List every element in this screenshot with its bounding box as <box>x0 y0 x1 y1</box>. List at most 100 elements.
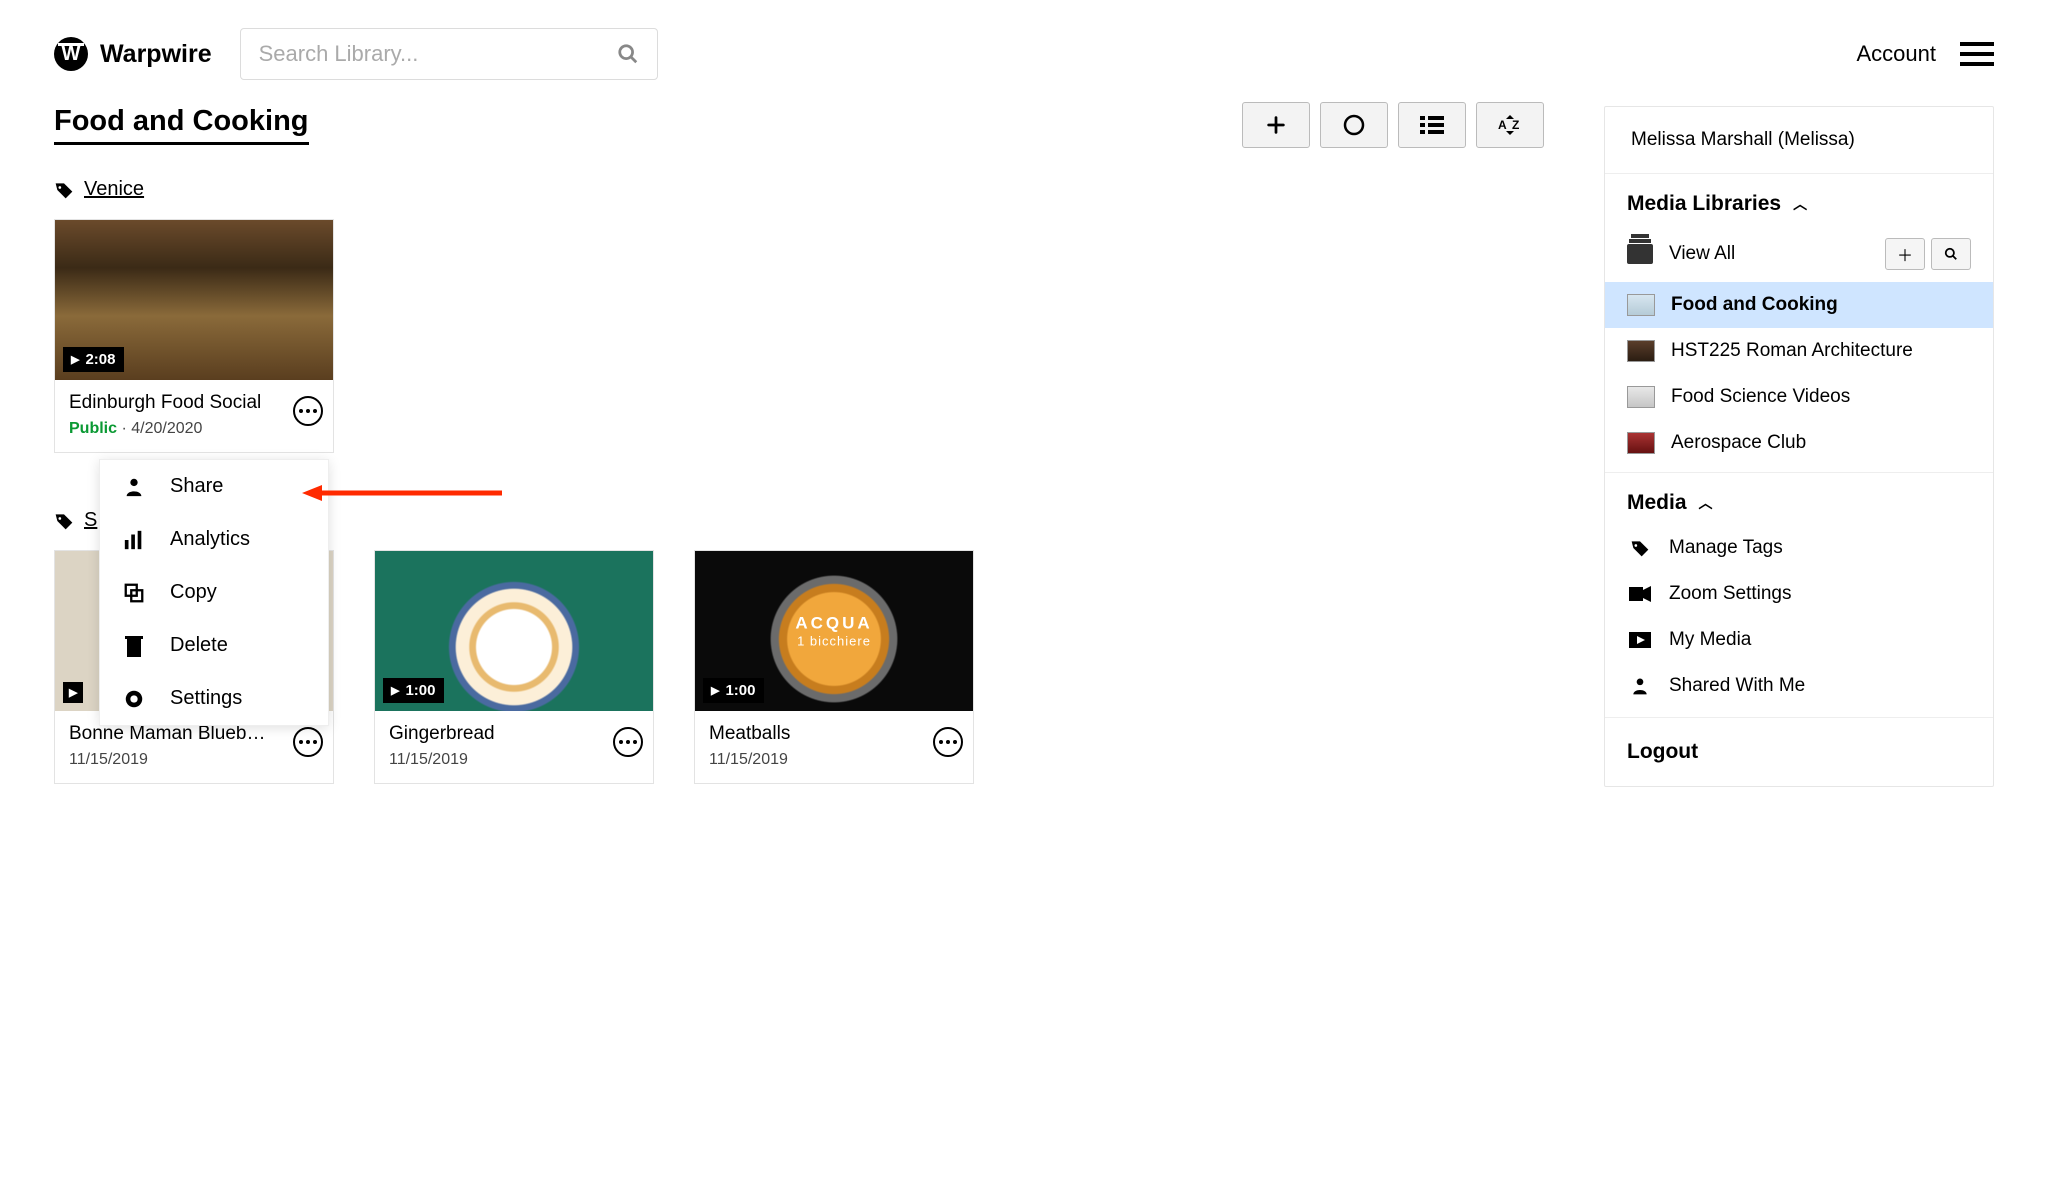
sort-button[interactable]: AZ <box>1476 102 1544 148</box>
account-link[interactable]: Account <box>1857 41 1937 67</box>
search-box <box>240 28 658 80</box>
tag-icon <box>54 511 74 531</box>
stack-icon <box>1627 244 1653 264</box>
visibility-badge: Public <box>69 420 117 437</box>
person-icon <box>1627 676 1653 696</box>
gear-icon <box>122 688 146 710</box>
duration-badge <box>63 682 83 703</box>
logo-mark-icon: W <box>54 37 88 71</box>
menu-analytics[interactable]: Analytics <box>100 513 328 566</box>
list-icon <box>1420 116 1444 134</box>
header: W Warpwire Account <box>0 0 2048 102</box>
sidebar-heading-media[interactable]: Media ︿ <box>1605 473 1993 525</box>
toolbar: AZ <box>1242 102 1544 148</box>
tag-row: Venice <box>54 178 1544 201</box>
thumbnail: 1:00 <box>375 551 653 711</box>
card-date: 11/15/2019 <box>69 751 319 769</box>
card-date: 11/15/2019 <box>709 751 959 769</box>
add-library-button[interactable]: ＋ <box>1885 238 1925 270</box>
logo[interactable]: W Warpwire <box>54 37 212 71</box>
search-library-button[interactable] <box>1931 238 1971 270</box>
card-title: Meatballs <box>709 723 919 745</box>
duration-badge: 1:00 <box>383 678 444 703</box>
sidebar-logout[interactable]: Logout <box>1605 718 1993 786</box>
card-date: 4/20/2020 <box>131 420 202 437</box>
cards-row-1: 2:08 Edinburgh Food Social Public · 4/20… <box>54 219 1544 453</box>
card-edinburgh: 2:08 Edinburgh Food Social Public · 4/20… <box>54 219 334 453</box>
card-title: Gingerbread <box>389 723 599 745</box>
annotation-arrow <box>302 481 502 505</box>
camera-icon <box>1627 586 1653 602</box>
circle-icon <box>1342 113 1366 137</box>
main: Food and Cooking AZ Venice <box>54 102 1544 784</box>
card-title: Bonne Maman Blueb… <box>69 723 279 745</box>
card-body: Edinburgh Food Social Public · 4/20/2020 <box>55 380 333 452</box>
page-title-row: Food and Cooking AZ <box>54 102 1544 148</box>
chevron-up-icon: ︿ <box>1699 493 1713 513</box>
chevron-up-icon: ︿ <box>1793 194 1807 214</box>
sidebar-my-media[interactable]: My Media <box>1605 617 1993 663</box>
media-card[interactable]: 1:00 Gingerbread 11/15/2019 <box>374 550 654 784</box>
chart-icon <box>122 529 146 551</box>
context-menu: Share Analytics Copy Delete <box>99 459 329 726</box>
svg-text:A: A <box>1498 118 1507 132</box>
brand-name: Warpwire <box>100 40 212 69</box>
sidebar-media: Media ︿ Manage Tags Zoom Settings My Med… <box>1605 473 1993 718</box>
sidebar-heading-libraries[interactable]: Media Libraries ︿ <box>1605 174 1993 226</box>
sidebar-lib-food-cooking[interactable]: Food and Cooking <box>1605 282 1993 328</box>
media-card[interactable]: 2:08 Edinburgh Food Social Public · 4/20… <box>54 219 334 453</box>
thumbnail: ACQUA 1 bicchiere 1:00 <box>695 551 973 711</box>
card-body: Meatballs 11/15/2019 <box>695 711 973 783</box>
sidebar-shared-with-me[interactable]: Shared With Me <box>1605 663 1993 717</box>
duration-badge: 1:00 <box>703 678 764 703</box>
more-button[interactable] <box>293 727 323 757</box>
thumbnail: 2:08 <box>55 220 333 380</box>
add-button[interactable] <box>1242 102 1310 148</box>
tag-icon <box>1627 538 1653 558</box>
play-icon <box>1627 632 1653 648</box>
tag-link[interactable]: Venice <box>84 178 144 201</box>
menu-copy[interactable]: Copy <box>100 566 328 619</box>
sidebar-manage-tags[interactable]: Manage Tags <box>1605 525 1993 571</box>
sidebar-libraries: Media Libraries ︿ View All ＋ Food and Co… <box>1605 174 1993 473</box>
library-thumb-icon <box>1627 340 1655 362</box>
menu-icon[interactable] <box>1960 42 1994 66</box>
header-right: Account <box>1857 41 1995 67</box>
more-button[interactable] <box>933 727 963 757</box>
search-icon <box>617 43 639 65</box>
card-date: 11/15/2019 <box>389 751 639 769</box>
sidebar-lib-food-science[interactable]: Food Science Videos <box>1605 374 1993 420</box>
trash-icon <box>122 635 146 657</box>
duration-badge: 2:08 <box>63 347 124 372</box>
library-thumb-icon <box>1627 432 1655 454</box>
plus-icon <box>1265 114 1287 136</box>
tag-icon <box>54 180 74 200</box>
thumbnail-overlay-text: ACQUA 1 bicchiere <box>795 614 872 649</box>
view-list-button[interactable] <box>1398 102 1466 148</box>
content: Food and Cooking AZ Venice <box>0 102 2048 827</box>
person-icon <box>122 476 146 498</box>
sidebar: Melissa Marshall (Melissa) Media Librari… <box>1604 106 1994 787</box>
sidebar-user: Melissa Marshall (Melissa) <box>1605 107 1993 174</box>
sidebar-view-all[interactable]: View All ＋ <box>1605 226 1993 282</box>
media-card[interactable]: ACQUA 1 bicchiere 1:00 Meatballs 11/15/2… <box>694 550 974 784</box>
tag-link[interactable]: S <box>84 509 97 532</box>
more-button[interactable] <box>613 727 643 757</box>
copy-icon <box>122 582 146 604</box>
card-meta: Public · 4/20/2020 <box>69 420 319 438</box>
sidebar-lib-aerospace[interactable]: Aerospace Club <box>1605 420 1993 472</box>
library-thumb-icon <box>1627 294 1655 316</box>
sidebar-zoom-settings[interactable]: Zoom Settings <box>1605 571 1993 617</box>
menu-settings[interactable]: Settings <box>100 672 328 725</box>
library-thumb-icon <box>1627 386 1655 408</box>
record-button[interactable] <box>1320 102 1388 148</box>
search-input[interactable] <box>259 41 617 67</box>
card-title: Edinburgh Food Social <box>69 392 279 414</box>
sort-az-icon: AZ <box>1496 113 1524 137</box>
menu-delete[interactable]: Delete <box>100 619 328 672</box>
more-button[interactable] <box>293 396 323 426</box>
sidebar-lib-hst225[interactable]: HST225 Roman Architecture <box>1605 328 1993 374</box>
card-body: Gingerbread 11/15/2019 <box>375 711 653 783</box>
menu-share[interactable]: Share <box>100 460 328 513</box>
page-title: Food and Cooking <box>54 105 309 145</box>
